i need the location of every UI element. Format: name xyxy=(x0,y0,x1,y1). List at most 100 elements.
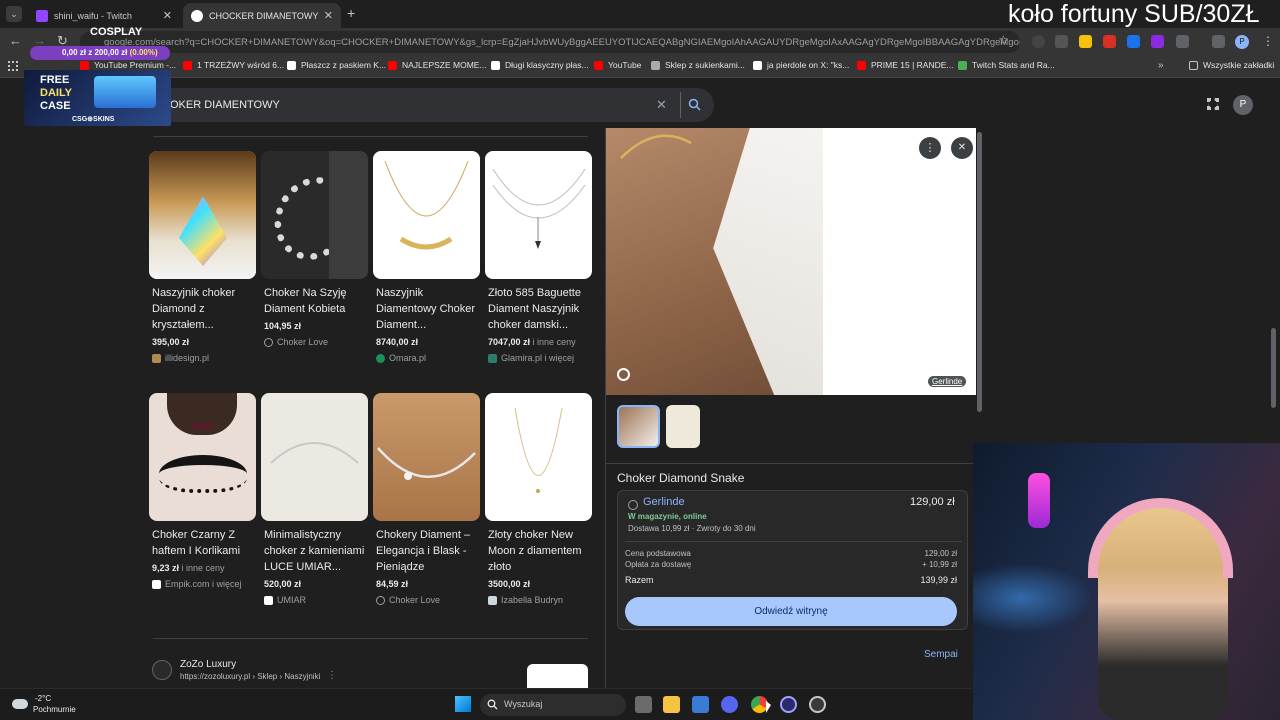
bookmark-item[interactable]: YouTube Premium -... xyxy=(80,60,176,70)
shop-icon xyxy=(491,60,500,70)
extension-icon[interactable] xyxy=(1103,35,1116,48)
product-card[interactable]: Choker Czarny Z haftem I Korlikami 9,23 … xyxy=(149,393,256,589)
browser-menu-icon[interactable]: ⋮ xyxy=(1262,34,1274,48)
product-main-image[interactable]: ⋮ ✕ Gerlinde xyxy=(606,128,976,395)
windows-start-icon[interactable] xyxy=(455,696,471,712)
offer-seller[interactable]: Gerlinde xyxy=(643,496,685,508)
product-card[interactable]: Naszyjnik Diamentowy Choker Diament... 8… xyxy=(373,151,480,363)
bookmark-item[interactable]: Płaszcz z paskiem K... xyxy=(287,60,386,70)
file-explorer-icon[interactable] xyxy=(663,696,680,713)
account-avatar[interactable]: P xyxy=(1233,95,1253,115)
extension-icon[interactable] xyxy=(1032,35,1045,48)
extension-icon[interactable] xyxy=(1151,35,1164,48)
thumbnail-2[interactable] xyxy=(666,405,700,448)
product-title: Złoty choker New Moon z diamentem złoto xyxy=(488,529,582,573)
profile-avatar[interactable]: P xyxy=(1235,35,1249,49)
panel-scrollbar[interactable] xyxy=(977,132,982,412)
all-bookmarks-folder[interactable]: Wszystkie zakładki xyxy=(1189,60,1274,70)
back-button[interactable]: ← xyxy=(9,33,22,48)
bookmark-item[interactable]: Twitch Stats and Ra... xyxy=(958,60,1055,70)
delivery-info: Dostawa 10,99 zł · Zwroty do 30 dni xyxy=(628,524,756,533)
search-input[interactable]: OKER DIAMENTOWY ✕ xyxy=(144,88,714,122)
extensions-puzzle-icon[interactable] xyxy=(1176,35,1189,48)
bookmark-item[interactable]: PRIME 15 | RANDE... xyxy=(857,60,954,70)
tab-google-search[interactable]: CHOCKER DIMANETOWY - Szuk ✕ xyxy=(183,3,341,28)
total-row: Razem 139,99 zł xyxy=(625,575,957,585)
bookmark-item[interactable]: ja pierdole on X: "ks... xyxy=(753,60,849,70)
taskbar-search[interactable]: Wyszukaj xyxy=(480,694,626,716)
product-card[interactable]: Minimalistyczny choker z kamieniami LUCE… xyxy=(261,393,368,605)
magnifier-icon xyxy=(688,98,701,111)
google-apps-icon[interactable] xyxy=(1207,98,1219,110)
discord-icon[interactable] xyxy=(721,696,738,713)
product-seller: Omara.pl xyxy=(373,353,480,363)
windows-taskbar: -2°C Pochmurnie Wyszukaj xyxy=(0,688,973,720)
weather-desc[interactable]: Pochmurnie xyxy=(33,705,76,714)
source-badge[interactable]: Gerlinde xyxy=(928,376,967,387)
product-card[interactable]: Naszyjnik choker Diamond z kryształem...… xyxy=(149,151,256,363)
product-seller: Choker Love xyxy=(373,595,480,605)
product-seller: Glamira.pl i więcej xyxy=(485,353,592,363)
bookmark-star-icon[interactable]: ☆ xyxy=(998,33,1009,47)
bookmarks-overflow-icon[interactable]: » xyxy=(1158,60,1164,71)
more-options-icon[interactable]: ⋮ xyxy=(327,670,337,681)
more-offers-link[interactable]: Sempai xyxy=(924,649,958,660)
store-icon xyxy=(376,353,385,363)
extension-icon[interactable] xyxy=(1127,35,1140,48)
product-card[interactable]: Złoto 585 Baguette Diament Naszyjnik cho… xyxy=(485,151,592,363)
web-result-site[interactable]: ZoZo Luxury xyxy=(180,659,236,670)
close-icon[interactable]: ✕ xyxy=(163,9,172,22)
zoom-icon[interactable] xyxy=(617,368,630,381)
thumbnail-1[interactable] xyxy=(617,405,660,448)
tab-search-menu[interactable]: ⌄ xyxy=(6,6,22,22)
stream-overlay-text: koło fortuny SUB/30ZŁ xyxy=(1008,0,1260,28)
bookmark-item[interactable]: YouTube xyxy=(594,60,641,70)
shipping-row: Opłata za dostawę + 10,99 zł xyxy=(625,560,957,569)
product-card[interactable]: Chokery Diament – Elegancja i Blask - Pi… xyxy=(373,393,480,605)
offer-price: 129,00 zł xyxy=(910,496,955,508)
store-icon xyxy=(264,595,273,605)
address-bar[interactable]: google.com/search?q=CHOCKER+DIMANETOWY&o… xyxy=(80,31,1020,53)
bookmark-item[interactable]: 1 TRZEŹWY wśród 6... xyxy=(183,60,284,70)
page-scrollbar[interactable] xyxy=(1271,328,1276,408)
weather-temp[interactable]: -2°C xyxy=(35,694,51,703)
panel-close-button[interactable]: ✕ xyxy=(951,137,973,159)
clear-icon[interactable]: ✕ xyxy=(656,97,667,113)
product-image xyxy=(485,151,592,279)
obs-icon[interactable] xyxy=(809,696,826,713)
new-tab-button[interactable]: + xyxy=(347,5,355,21)
bookmark-item[interactable]: Sklep z sukienkami... xyxy=(651,60,745,70)
web-result-url[interactable]: https://zozoluxury.pl › Sklep › Naszyjni… xyxy=(180,672,320,681)
apps-grid-icon[interactable] xyxy=(8,61,18,71)
youtube-icon xyxy=(388,60,397,70)
google-icon xyxy=(191,9,203,22)
product-card[interactable]: Złoty choker New Moon z diamentem złoto … xyxy=(485,393,592,605)
product-price: 7047,00 zł i inne ceny xyxy=(488,337,576,347)
visit-site-button[interactable]: Odwiedź witrynę xyxy=(625,597,957,626)
extension-icon[interactable] xyxy=(1079,35,1092,48)
divider xyxy=(153,638,588,639)
daily-case-banner: FREE DAILY CASE CSG⊕SKINS xyxy=(24,70,171,126)
close-icon[interactable]: ✕ xyxy=(324,9,333,22)
task-view-icon[interactable] xyxy=(635,696,652,713)
store-icon[interactable] xyxy=(692,696,709,713)
search-icon xyxy=(487,699,498,710)
panel-divider xyxy=(606,463,976,464)
web-result-thumbnail[interactable] xyxy=(527,664,588,688)
tab-twitch[interactable]: shini_waifu - Twitch ✕ xyxy=(28,3,180,28)
panel-more-button[interactable]: ⋮ xyxy=(919,137,941,159)
product-image xyxy=(373,393,480,521)
app-icon[interactable] xyxy=(780,696,797,713)
tab-title: shini_waifu - Twitch xyxy=(54,10,132,21)
bookmark-item[interactable]: NAJLEPSZE MOME... xyxy=(388,60,487,70)
product-seller: Empik.com i więcej xyxy=(149,579,256,589)
product-card[interactable]: Choker Na Szyję Diament Kobieta 104,95 z… xyxy=(261,151,368,347)
product-title: Minimalistyczny choker z kamieniami LUCE… xyxy=(264,529,365,573)
extension-icon[interactable] xyxy=(1055,35,1068,48)
media-icon[interactable] xyxy=(1212,35,1225,48)
store-icon xyxy=(264,337,273,347)
youtube-icon xyxy=(594,60,603,70)
bookmark-item[interactable]: Długi klasyczny płas... xyxy=(491,60,589,70)
folder-icon xyxy=(1189,60,1198,70)
cloud-icon xyxy=(12,699,28,709)
